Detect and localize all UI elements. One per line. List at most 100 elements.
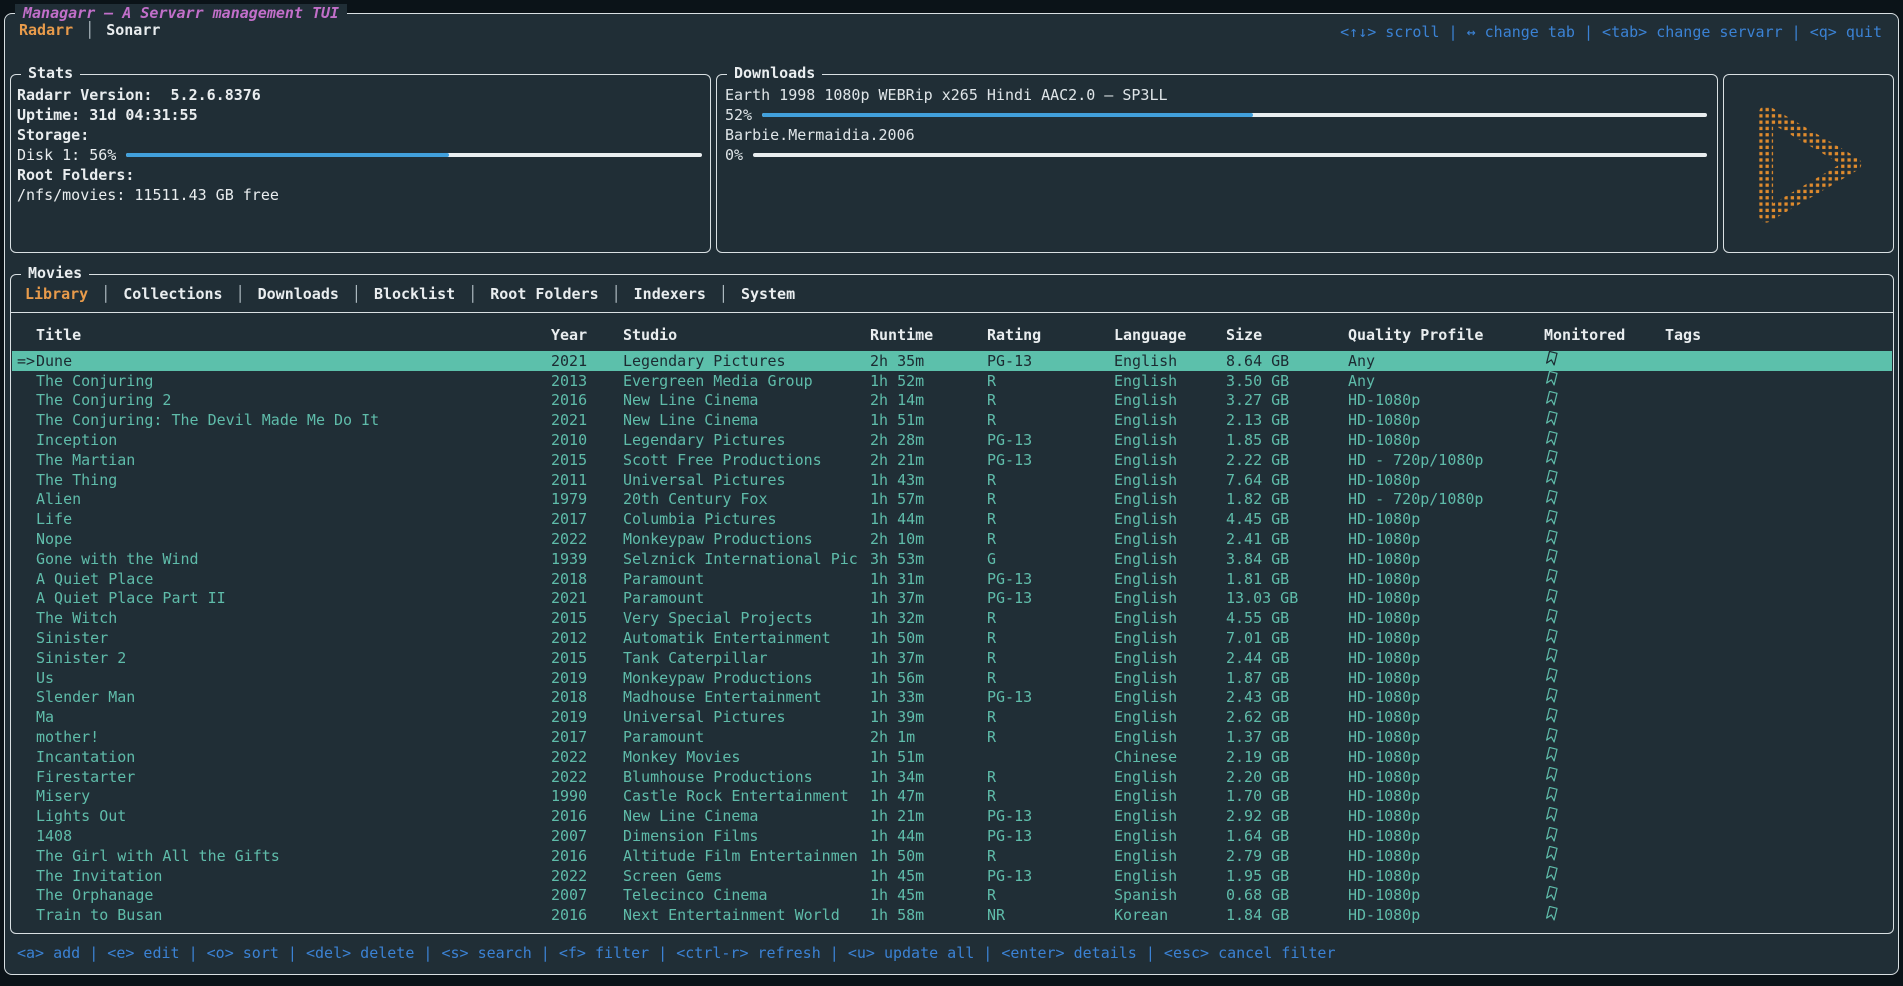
cell-studio: Dimension Films	[623, 827, 870, 845]
cell-monitored	[1544, 886, 1665, 905]
cell-year: 2016	[551, 391, 623, 409]
servarr-tab-sonarr[interactable]: Sonarr	[106, 21, 160, 39]
cell-language: English	[1114, 669, 1226, 687]
cell-size: 1.82 GB	[1226, 490, 1348, 508]
cell-monitored	[1544, 648, 1665, 667]
cell-quality-profile: HD-1080p	[1348, 827, 1544, 845]
cell-rating: R	[987, 471, 1114, 489]
cell-rating: PG-13	[987, 451, 1114, 469]
cell-size: 0.68 GB	[1226, 886, 1348, 904]
table-row[interactable]: 14082007Dimension Films1h 44mPG-13Englis…	[12, 826, 1892, 846]
table-row[interactable]: The Martian2015Scott Free Productions2h …	[12, 450, 1892, 470]
cell-size: 1.70 GB	[1226, 787, 1348, 805]
cell-monitored	[1544, 450, 1665, 469]
disk-usage-label: Disk 1: 56%	[17, 145, 116, 165]
table-row[interactable]: Nope2022Monkeypaw Productions2h 10mREngl…	[12, 529, 1892, 549]
cell-monitored	[1544, 589, 1665, 608]
table-row[interactable]: The Orphanage2007Telecinco Cinema1h 45mR…	[12, 886, 1892, 906]
cell-monitored	[1544, 549, 1665, 568]
cell-rating: PG-13	[987, 807, 1114, 825]
table-row[interactable]: Sinister2012Automatik Entertainment1h 50…	[12, 628, 1892, 648]
table-row[interactable]: Train to Busan2016Next Entertainment Wor…	[12, 905, 1892, 925]
cell-year: 2015	[551, 609, 623, 627]
cell-quality-profile: HD-1080p	[1348, 570, 1544, 588]
table-row[interactable]: The Witch2015Very Special Projects1h 32m…	[12, 608, 1892, 628]
disk-usage-bar-fill	[126, 153, 448, 157]
cell-size: 7.64 GB	[1226, 471, 1348, 489]
top-keybinds-hint: <↑↓> scroll | ↔ change tab | <tab> chang…	[1340, 23, 1882, 41]
header-studio: Studio	[623, 326, 870, 344]
cell-runtime: 1h 44m	[870, 827, 987, 845]
cell-size: 4.55 GB	[1226, 609, 1348, 627]
cell-language: English	[1114, 550, 1226, 568]
table-row[interactable]: The Conjuring: The Devil Made Me Do It20…	[12, 410, 1892, 430]
tab-blocklist[interactable]: Blocklist	[374, 285, 455, 303]
tab-indexers[interactable]: Indexers	[634, 285, 706, 303]
table-row[interactable]: The Thing2011Universal Pictures1h 43mREn…	[12, 470, 1892, 490]
cell-runtime: 3h 53m	[870, 550, 987, 568]
cell-studio: New Line Cinema	[623, 411, 870, 429]
cell-quality-profile: HD-1080p	[1348, 391, 1544, 409]
cell-language: English	[1114, 570, 1226, 588]
cell-title: The Orphanage	[36, 886, 551, 904]
cell-runtime: 2h 28m	[870, 431, 987, 449]
table-row[interactable]: Life2017Columbia Pictures1h 44mREnglish4…	[12, 509, 1892, 529]
servarr-tab-radarr[interactable]: Radarr	[19, 21, 73, 39]
cell-rating: PG-13	[987, 352, 1114, 370]
header-monitored: Monitored	[1544, 326, 1665, 344]
cell-rating: G	[987, 550, 1114, 568]
cell-studio: New Line Cinema	[623, 807, 870, 825]
cell-rating: R	[987, 728, 1114, 746]
cell-rating: R	[987, 530, 1114, 548]
table-row[interactable]: The Invitation2022Screen Gems1h 45mPG-13…	[12, 866, 1892, 886]
tab-downloads[interactable]: Downloads	[258, 285, 339, 303]
table-row[interactable]: A Quiet Place Part II2021Paramount1h 37m…	[12, 589, 1892, 609]
cell-quality-profile: Any	[1348, 372, 1544, 390]
cell-title: The Thing	[36, 471, 551, 489]
cell-language: English	[1114, 431, 1226, 449]
table-row[interactable]: Firestarter2022Blumhouse Productions1h 3…	[12, 767, 1892, 787]
table-row[interactable]: Alien197920th Century Fox1h 57mREnglish1…	[12, 490, 1892, 510]
cell-studio: Monkeypaw Productions	[623, 669, 870, 687]
cell-year: 2022	[551, 867, 623, 885]
cell-size: 2.92 GB	[1226, 807, 1348, 825]
tab-system[interactable]: System	[741, 285, 795, 303]
table-row[interactable]: Slender Man2018Madhouse Entertainment1h …	[12, 688, 1892, 708]
table-row[interactable]: The Girl with All the Gifts2016Altitude …	[12, 846, 1892, 866]
table-row[interactable]: Incantation2022Monkey Movies1h 51mChines…	[12, 747, 1892, 767]
cell-runtime: 1h 51m	[870, 411, 987, 429]
cell-size: 2.44 GB	[1226, 649, 1348, 667]
table-row[interactable]: Ma2019Universal Pictures1h 39mREnglish2.…	[12, 707, 1892, 727]
cell-monitored	[1544, 906, 1665, 925]
cell-title: The Witch	[36, 609, 551, 627]
cell-language: English	[1114, 807, 1226, 825]
table-row[interactable]: Lights Out2016New Line Cinema1h 21mPG-13…	[12, 806, 1892, 826]
cell-title: The Girl with All the Gifts	[36, 847, 551, 865]
tab-library[interactable]: Library	[25, 285, 88, 303]
bookmark-icon	[1544, 589, 1559, 605]
cell-year: 2010	[551, 431, 623, 449]
table-row[interactable]: Us2019Monkeypaw Productions1h 56mREnglis…	[12, 668, 1892, 688]
bookmark-icon	[1544, 708, 1559, 724]
table-row[interactable]: The Conjuring2013Evergreen Media Group1h…	[12, 371, 1892, 391]
cell-monitored	[1544, 767, 1665, 786]
cell-studio: Paramount	[623, 728, 870, 746]
table-row[interactable]: Misery1990Castle Rock Entertainment1h 47…	[12, 787, 1892, 807]
table-row[interactable]: mother!2017Paramount2h 1mREnglish1.37 GB…	[12, 727, 1892, 747]
cell-quality-profile: HD-1080p	[1348, 748, 1544, 766]
cell-monitored	[1544, 530, 1665, 549]
table-row[interactable]: The Conjuring 22016New Line Cinema2h 14m…	[12, 391, 1892, 411]
download-progress-bar	[753, 153, 1707, 157]
table-row[interactable]: A Quiet Place2018Paramount1h 31mPG-13Eng…	[12, 569, 1892, 589]
table-row[interactable]: Sinister 22015Tank Caterpillar1h 37mREng…	[12, 648, 1892, 668]
tab-collections[interactable]: Collections	[123, 285, 222, 303]
table-row[interactable]: Gone with the Wind1939Selznick Internati…	[12, 549, 1892, 569]
tab-root-folders[interactable]: Root Folders	[490, 285, 598, 303]
table-row[interactable]: Inception2010Legendary Pictures2h 28mPG-…	[12, 430, 1892, 450]
tab-separator: │	[101, 285, 110, 303]
table-row[interactable]: =>Dune2021Legendary Pictures2h 35mPG-13E…	[12, 351, 1892, 371]
tab-separator: │	[719, 285, 728, 303]
cell-quality-profile: HD-1080p	[1348, 411, 1544, 429]
cell-studio: Monkeypaw Productions	[623, 530, 870, 548]
cell-rating: PG-13	[987, 827, 1114, 845]
